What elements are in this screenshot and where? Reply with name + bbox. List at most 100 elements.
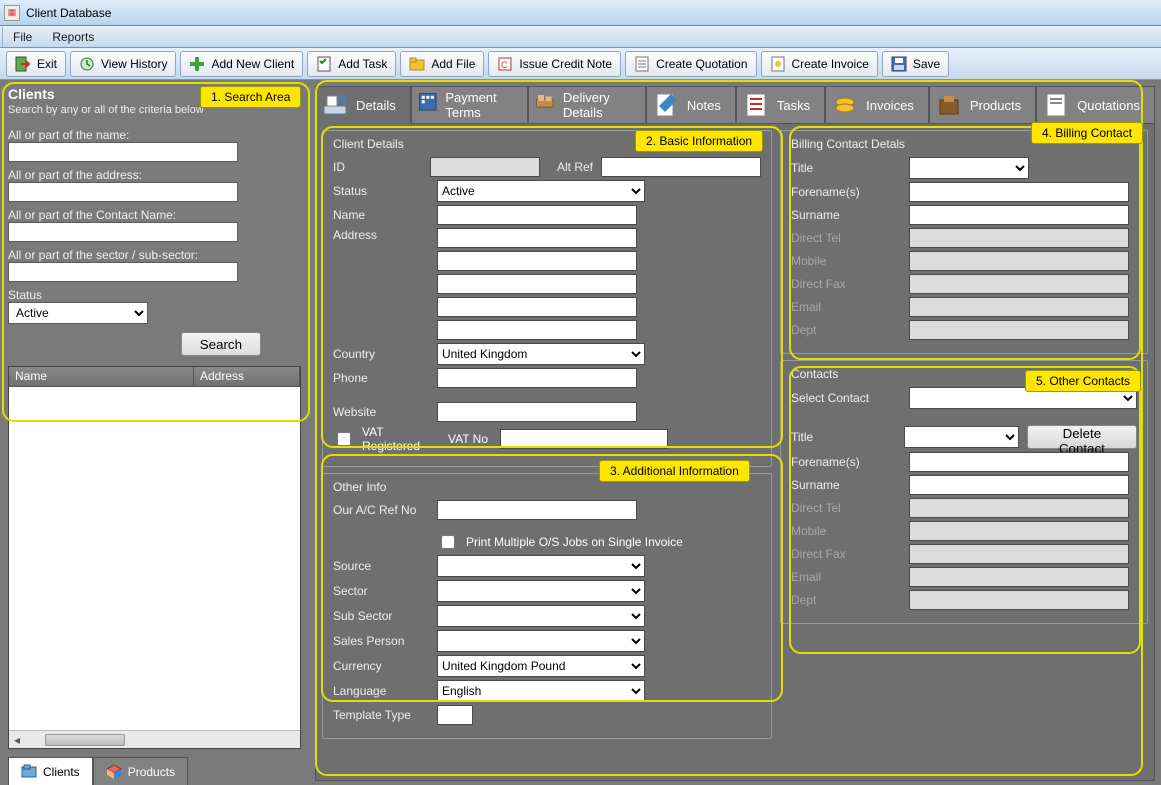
create-quotation-label: Create Quotation <box>656 57 747 71</box>
app-icon: ▦ <box>4 5 20 21</box>
contact-surname-input[interactable] <box>909 475 1129 495</box>
billing-forename-label: Forename(s) <box>791 185 901 199</box>
results-grid-hscroll[interactable]: ◂ <box>9 730 300 748</box>
sales-person-select[interactable] <box>437 630 645 652</box>
id-label: ID <box>333 160 422 174</box>
altref-input[interactable] <box>601 157 761 177</box>
ac-ref-input[interactable] <box>437 500 637 520</box>
address-postcode-input[interactable] <box>437 320 637 340</box>
tab-details-label: Details <box>356 98 396 113</box>
annotation-5: 5. Other Contacts <box>1025 370 1141 392</box>
menu-reports[interactable]: Reports <box>42 27 104 47</box>
source-select[interactable] <box>437 555 645 577</box>
exit-label: Exit <box>37 57 57 71</box>
language-label: Language <box>333 684 429 698</box>
bottom-tab-clients[interactable]: Clients <box>8 757 93 785</box>
vat-registered-label: VAT Registered <box>362 425 440 453</box>
address-line4-input[interactable] <box>437 297 637 317</box>
currency-select[interactable]: United Kingdom Pound <box>437 655 645 677</box>
tab-tasks[interactable]: Tasks <box>736 86 825 124</box>
menu-file[interactable]: File <box>2 27 42 47</box>
client-name-input[interactable] <box>437 205 637 225</box>
address-line3-input[interactable] <box>437 274 637 294</box>
billing-title-select[interactable] <box>909 157 1029 179</box>
tab-delivery-label: Delivery Details <box>563 90 631 120</box>
country-select[interactable]: United Kingdom <box>437 343 645 365</box>
annotation-1: 1. Search Area <box>200 86 301 108</box>
detail-tab-strip: Details Payment Terms Delivery Details N… <box>315 84 1155 124</box>
add-task-button[interactable]: Add Task <box>307 51 396 77</box>
template-type-label: Template Type <box>333 708 429 722</box>
tab-products[interactable]: Products <box>929 86 1036 124</box>
tab-details[interactable]: Details <box>315 86 411 124</box>
vat-registered-checkbox[interactable] <box>337 432 351 446</box>
add-new-client-button[interactable]: Add New Client <box>180 51 303 77</box>
file-icon <box>409 56 425 72</box>
template-type-input[interactable] <box>437 705 473 725</box>
history-icon <box>79 56 95 72</box>
create-invoice-label: Create Invoice <box>792 57 869 71</box>
tab-quotations-label: Quotations <box>1077 98 1140 113</box>
billing-mobile-label: Mobile <box>791 254 901 268</box>
bottom-tab-strip: Clients Products <box>8 755 301 785</box>
search-address-label: All or part of the address: <box>8 168 301 182</box>
tab-invoices[interactable]: Invoices <box>825 86 929 124</box>
window-titlebar: ▦ Client Database <box>0 0 1161 26</box>
country-label: Country <box>333 347 429 361</box>
subsector-select[interactable] <box>437 605 645 627</box>
exit-button[interactable]: Exit <box>6 51 66 77</box>
language-select[interactable]: English <box>437 680 645 702</box>
select-contact-label: Select Contact <box>791 391 901 405</box>
issue-credit-note-button[interactable]: C Issue Credit Note <box>488 51 621 77</box>
website-label: Website <box>333 405 429 419</box>
annotation-3: 3. Additional Information <box>599 460 750 482</box>
credit-note-icon: C <box>497 56 513 72</box>
tab-payment-label: Payment Terms <box>445 90 513 120</box>
search-address-input[interactable] <box>8 182 238 202</box>
delete-contact-button[interactable]: Delete Contact <box>1027 425 1137 449</box>
results-grid[interactable]: Name Address ◂ <box>8 366 301 749</box>
website-input[interactable] <box>437 402 637 422</box>
billing-forename-input[interactable] <box>909 182 1129 202</box>
contact-direct-fax-input <box>909 544 1129 564</box>
phone-input[interactable] <box>437 368 637 388</box>
search-status-select[interactable]: Active <box>8 302 148 324</box>
group-contacts: Contacts Select Contact Title Delete Con… <box>780 360 1148 624</box>
tab-notes[interactable]: Notes <box>646 86 736 124</box>
invoices-icon <box>832 92 858 118</box>
search-sector-input[interactable] <box>8 262 238 282</box>
contact-forename-input[interactable] <box>909 452 1129 472</box>
billing-direct-tel-label: Direct Tel <box>791 231 901 245</box>
billing-mobile-input <box>909 251 1129 271</box>
currency-label: Currency <box>333 659 429 673</box>
tab-quotations[interactable]: Quotations <box>1036 86 1155 124</box>
address-line1-input[interactable] <box>437 228 637 248</box>
view-history-button[interactable]: View History <box>70 51 176 77</box>
tab-delivery-details[interactable]: Delivery Details <box>528 86 646 124</box>
details-icon <box>322 92 348 118</box>
search-contact-input[interactable] <box>8 222 238 242</box>
add-file-button[interactable]: Add File <box>400 51 484 77</box>
search-name-input[interactable] <box>8 142 238 162</box>
col-name[interactable]: Name <box>9 367 194 387</box>
create-invoice-button[interactable]: Create Invoice <box>761 51 878 77</box>
bottom-tab-products[interactable]: Products <box>93 757 188 785</box>
billing-direct-fax-label: Direct Fax <box>791 277 901 291</box>
print-multiple-checkbox[interactable] <box>441 535 455 549</box>
address-line2-input[interactable] <box>437 251 637 271</box>
quotation-icon <box>634 56 650 72</box>
billing-surname-input[interactable] <box>909 205 1129 225</box>
sector-select[interactable] <box>437 580 645 602</box>
annotation-4: 4. Billing Contact <box>1031 122 1143 144</box>
search-button[interactable]: Search <box>181 332 261 356</box>
create-quotation-button[interactable]: Create Quotation <box>625 51 756 77</box>
search-contact-label: All or part of the Contact Name: <box>8 208 301 222</box>
vat-no-input[interactable] <box>500 429 668 449</box>
col-address[interactable]: Address <box>194 367 300 387</box>
status-select[interactable]: Active <box>437 180 645 202</box>
tab-payment-terms[interactable]: Payment Terms <box>411 86 528 124</box>
contact-dept-input <box>909 590 1129 610</box>
save-button[interactable]: Save <box>882 51 949 77</box>
phone-label: Phone <box>333 371 429 385</box>
contact-title-select[interactable] <box>904 426 1019 448</box>
